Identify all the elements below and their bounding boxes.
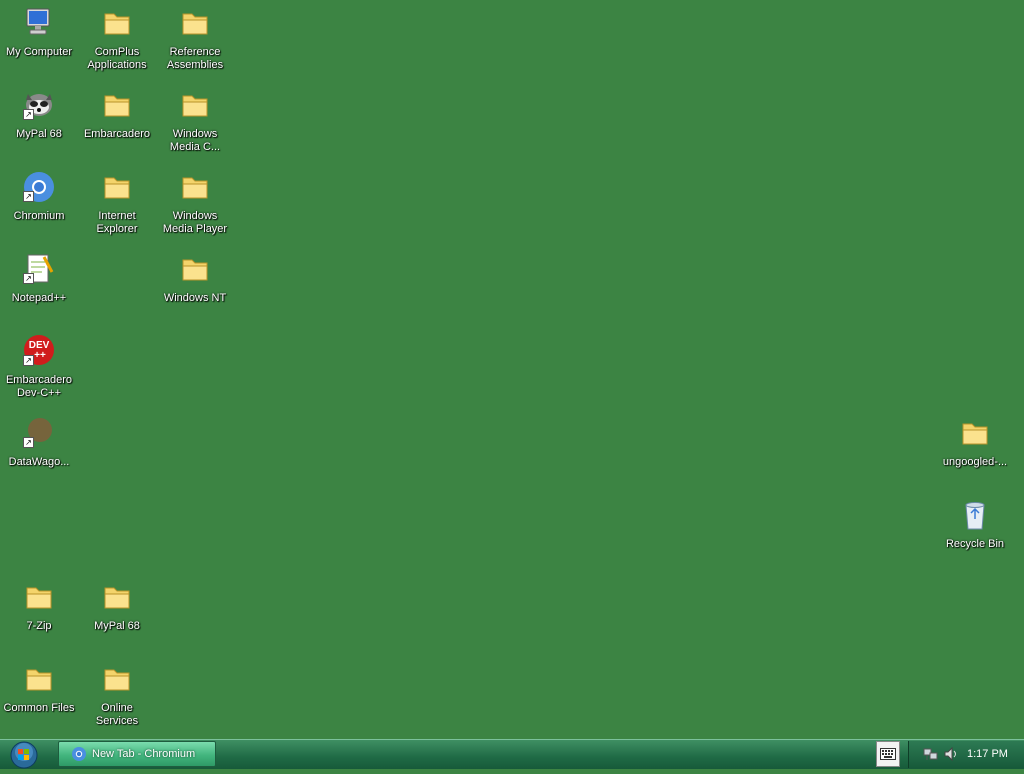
datawago-icon: ↗: [22, 416, 56, 450]
desktop-icon-common-files[interactable]: Common Files: [0, 660, 78, 736]
icon-label: Windows Media C...: [169, 128, 221, 153]
windows-orb-icon: [10, 741, 38, 769]
icon-label: MyPal 68: [94, 620, 140, 632]
mypal-icon: ↗: [22, 88, 56, 122]
desktop-icon-my-computer[interactable]: My Computer: [0, 4, 78, 80]
desktop-icon-chromium[interactable]: ↗ Chromium: [0, 168, 78, 244]
desktop-icon-reference-assemblies[interactable]: Reference Assemblies: [156, 4, 234, 80]
folder-icon: [178, 170, 212, 204]
icon-label: Windows Media Player: [162, 210, 228, 235]
folder-icon: [100, 88, 134, 122]
taskbar-button-chromium[interactable]: New Tab - Chromium: [58, 741, 216, 767]
icon-label: Common Files: [3, 702, 75, 714]
notepadpp-icon: ↗: [22, 252, 56, 286]
desktop-icon-complus[interactable]: ComPlus Applications: [78, 4, 156, 80]
icon-label: Embarcadero Dev-C++: [5, 374, 73, 399]
icon-label: Recycle Bin: [945, 538, 1005, 550]
shortcut-arrow-icon: ↗: [23, 437, 34, 448]
icon-label: My Computer: [5, 46, 73, 58]
keyboard-button[interactable]: [876, 741, 900, 767]
folder-icon: [100, 6, 134, 40]
desktop-icon-online-services[interactable]: Online Services: [78, 660, 156, 736]
chromium-icon: [72, 747, 86, 761]
icon-label: Windows NT: [163, 292, 227, 304]
system-tray: 1:17 PM: [908, 741, 1024, 768]
folder-icon: [958, 416, 992, 450]
desktop-icon-internet-explorer[interactable]: Internet Explorer: [78, 168, 156, 244]
folder-icon: [22, 580, 56, 614]
desktop-icon-mypal-folder[interactable]: MyPal 68: [78, 578, 156, 654]
folder-icon: [100, 170, 134, 204]
desktop-icon-ungoogled[interactable]: ungoogled-...: [936, 414, 1014, 490]
folder-icon: [178, 6, 212, 40]
chromium-icon: ↗: [22, 170, 56, 204]
taskbar-button-label: New Tab - Chromium: [92, 748, 196, 760]
desktop-icon-windows-nt[interactable]: Windows NT: [156, 250, 234, 326]
desktop-icon-datawago[interactable]: ↗ DataWago...: [0, 414, 78, 490]
desktop-icon-recycle-bin[interactable]: Recycle Bin: [936, 496, 1014, 572]
shortcut-arrow-icon: ↗: [23, 355, 34, 366]
folder-icon: [22, 662, 56, 696]
icon-label: 7-Zip: [26, 620, 52, 632]
icon-label: ungoogled-...: [942, 456, 1008, 468]
shortcut-arrow-icon: ↗: [23, 191, 34, 202]
icon-label: DataWago...: [8, 456, 70, 468]
icon-label: Embarcadero: [83, 128, 151, 140]
taskbar: New Tab - Chromium 1:17 PM: [0, 739, 1024, 769]
desktop-icon-windows-media-player[interactable]: Windows Media Player: [156, 168, 234, 244]
desktop-icon-notepadpp[interactable]: ↗ Notepad++: [0, 250, 78, 326]
icon-label: Internet Explorer: [96, 210, 138, 235]
desktop-icon-embarcadero-devcpp[interactable]: DEV ++ ↗ Embarcadero Dev-C++: [0, 332, 78, 408]
desktop-icon-seven-zip[interactable]: 7-Zip: [0, 578, 78, 654]
desktop-icon-windows-media-c[interactable]: Windows Media C...: [156, 86, 234, 162]
start-button[interactable]: [5, 741, 43, 769]
shortcut-arrow-icon: ↗: [23, 273, 34, 284]
desktop-icon-mypal-shortcut[interactable]: ↗ MyPal 68: [0, 86, 78, 162]
recycle-bin-icon: [958, 498, 992, 532]
icon-label: Reference Assemblies: [166, 46, 224, 71]
folder-icon: [100, 580, 134, 614]
network-icon[interactable]: [923, 746, 939, 762]
volume-icon[interactable]: [943, 746, 959, 762]
shortcut-arrow-icon: ↗: [23, 109, 34, 120]
icon-label: Notepad++: [11, 292, 67, 304]
devcpp-icon: DEV ++ ↗: [22, 334, 56, 368]
icon-label: Online Services: [95, 702, 139, 727]
desktop-icon-embarcadero-folder[interactable]: Embarcadero: [78, 86, 156, 162]
keyboard-icon: [880, 748, 896, 760]
desktop: My Computer ↗ MyPal 68 ↗ Chromium ↗ Note…: [0, 0, 1024, 739]
folder-icon: [100, 662, 134, 696]
folder-icon: [178, 252, 212, 286]
icon-label: MyPal 68: [16, 128, 62, 140]
clock[interactable]: 1:17 PM: [967, 748, 1008, 760]
icon-label: Chromium: [13, 210, 65, 222]
computer-icon: [22, 6, 56, 40]
svg-text:++: ++: [34, 350, 46, 361]
icon-label: ComPlus Applications: [87, 46, 147, 71]
folder-icon: [178, 88, 212, 122]
